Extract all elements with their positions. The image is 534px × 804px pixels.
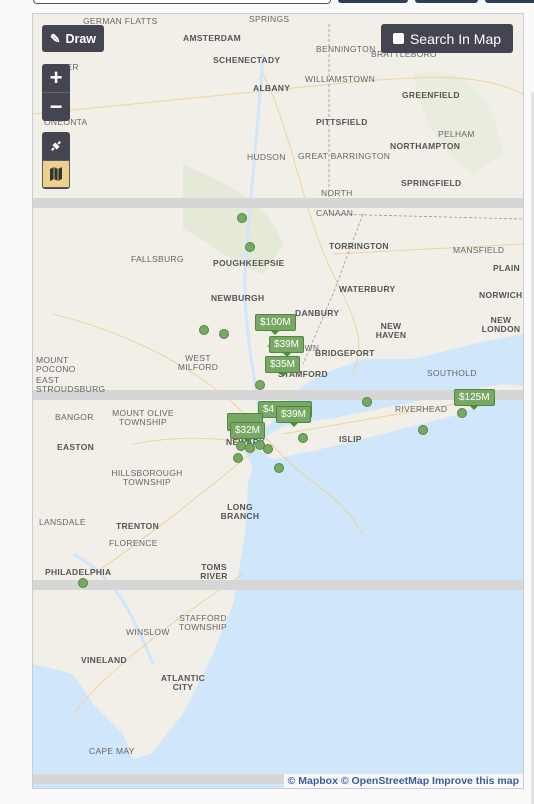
pencil-icon: ✎ (49, 32, 61, 46)
place-label: Northampton (390, 141, 461, 151)
listing-dot[interactable] (245, 242, 255, 252)
place-label: Bangor (55, 412, 94, 422)
map-attribution: © Mapbox © OpenStreetMap Improve this ma… (283, 774, 523, 788)
listing-dot[interactable] (298, 433, 308, 443)
place-label: Easton (57, 442, 95, 452)
tile-gap (33, 390, 523, 400)
place-label: Danbury (295, 308, 340, 318)
place-label: West Milford (177, 353, 219, 372)
listing-dot[interactable] (274, 463, 284, 473)
price-marker[interactable]: $100M (255, 314, 296, 335)
place-label: Amsterdam (183, 33, 241, 43)
checkbox-icon (392, 33, 404, 44)
place-label: Plain (493, 263, 520, 273)
tile-gap (33, 580, 523, 590)
place-label: Hillsborough Township (111, 468, 183, 487)
place-label: Stafford Township (178, 613, 228, 632)
place-label: Fallsburg (131, 254, 184, 264)
layer-switcher (42, 132, 70, 189)
place-label: New Haven (375, 321, 407, 340)
place-label: Hudson (247, 152, 286, 162)
place-label: Norwich (479, 290, 523, 300)
listing-dot[interactable] (237, 213, 247, 223)
satellite-icon (51, 141, 61, 151)
zoom-in-button[interactable]: + (42, 64, 70, 93)
toolbar-button[interactable] (338, 0, 408, 3)
place-label: Schenectady (213, 55, 281, 65)
listing-dot[interactable] (245, 443, 255, 453)
place-label: Albany (253, 83, 291, 93)
listing-dot[interactable] (199, 325, 209, 335)
search-input[interactable] (33, 0, 331, 4)
place-label: Great Barrington (298, 151, 391, 161)
place-label: Canaan (316, 208, 354, 218)
search-in-map-toggle[interactable]: Search In Map (381, 24, 513, 53)
place-label: Florence (109, 538, 158, 548)
price-marker[interactable]: $35M (265, 356, 301, 377)
place-label: Springs (249, 14, 290, 24)
place-label: Islip (339, 434, 362, 444)
place-label: Mount Pocono (36, 355, 76, 374)
draw-label: Draw (65, 31, 97, 46)
mapbox-link[interactable]: © Mapbox (288, 775, 338, 787)
place-label: Mount Olive Township (112, 408, 174, 427)
place-label: Bridgeport (315, 348, 375, 358)
listing-dot[interactable] (255, 380, 265, 390)
place-label: Greenfield (402, 90, 460, 100)
streets-layer-button[interactable] (42, 160, 70, 188)
zoom-out-button[interactable]: − (42, 93, 70, 121)
place-label: Southold (427, 368, 477, 378)
zoom-control: + − (42, 64, 70, 121)
place-label: Toms River (200, 562, 228, 581)
place-label: Philadelphia (45, 567, 112, 577)
place-label: Winslow (126, 627, 170, 637)
place-label: Riverhead (395, 404, 448, 414)
listing-dot[interactable] (263, 444, 273, 454)
place-label: Pittsfield (316, 117, 368, 127)
osm-link[interactable]: © OpenStreetMap (341, 775, 429, 787)
place-label: East Stroudsburg (36, 375, 106, 394)
price-marker[interactable]: $32M (230, 422, 266, 443)
listing-dot[interactable] (233, 453, 243, 463)
map[interactable]: German Flatts Amsterdam Schenectady Spri… (32, 13, 524, 789)
price-marker[interactable]: $39M (269, 336, 305, 357)
search-in-map-label: Search In Map (409, 30, 502, 47)
map-icon (50, 167, 62, 181)
place-label: Springfield (401, 178, 462, 188)
listing-dot[interactable] (457, 408, 467, 418)
place-label: Atlantic City (160, 673, 206, 692)
place-label: Newburgh (211, 293, 265, 303)
place-label: Pelham (438, 129, 475, 139)
tile-gap (33, 198, 523, 208)
satellite-layer-button[interactable] (42, 132, 70, 160)
price-marker[interactable]: $125M (454, 389, 495, 410)
listing-dot[interactable] (362, 397, 372, 407)
place-label: Waterbury (339, 284, 396, 294)
place-label: Mansfield (453, 245, 505, 255)
place-label: Lansdale (39, 517, 86, 527)
toolbar-button[interactable] (485, 0, 534, 3)
place-label: Bennington (316, 44, 376, 54)
listing-dot[interactable] (219, 329, 229, 339)
place-label: Cape May (89, 746, 135, 756)
place-label: North (321, 188, 353, 198)
place-label: Vineland (81, 655, 127, 665)
place-label: Torrington (329, 241, 389, 251)
toolbar-button[interactable] (415, 0, 478, 3)
place-label: Poughkeepsie (213, 258, 285, 268)
improve-map-link[interactable]: Improve this map (432, 775, 519, 787)
draw-button[interactable]: ✎ Draw (42, 25, 104, 52)
place-label: New London (481, 315, 521, 334)
place-label: Williamstown (305, 74, 376, 84)
place-label: Long Branch (220, 502, 260, 521)
place-label: Trenton (116, 521, 160, 531)
listing-dot[interactable] (418, 425, 428, 435)
price-marker[interactable]: $39M (276, 406, 312, 427)
listing-dot[interactable] (78, 578, 88, 588)
